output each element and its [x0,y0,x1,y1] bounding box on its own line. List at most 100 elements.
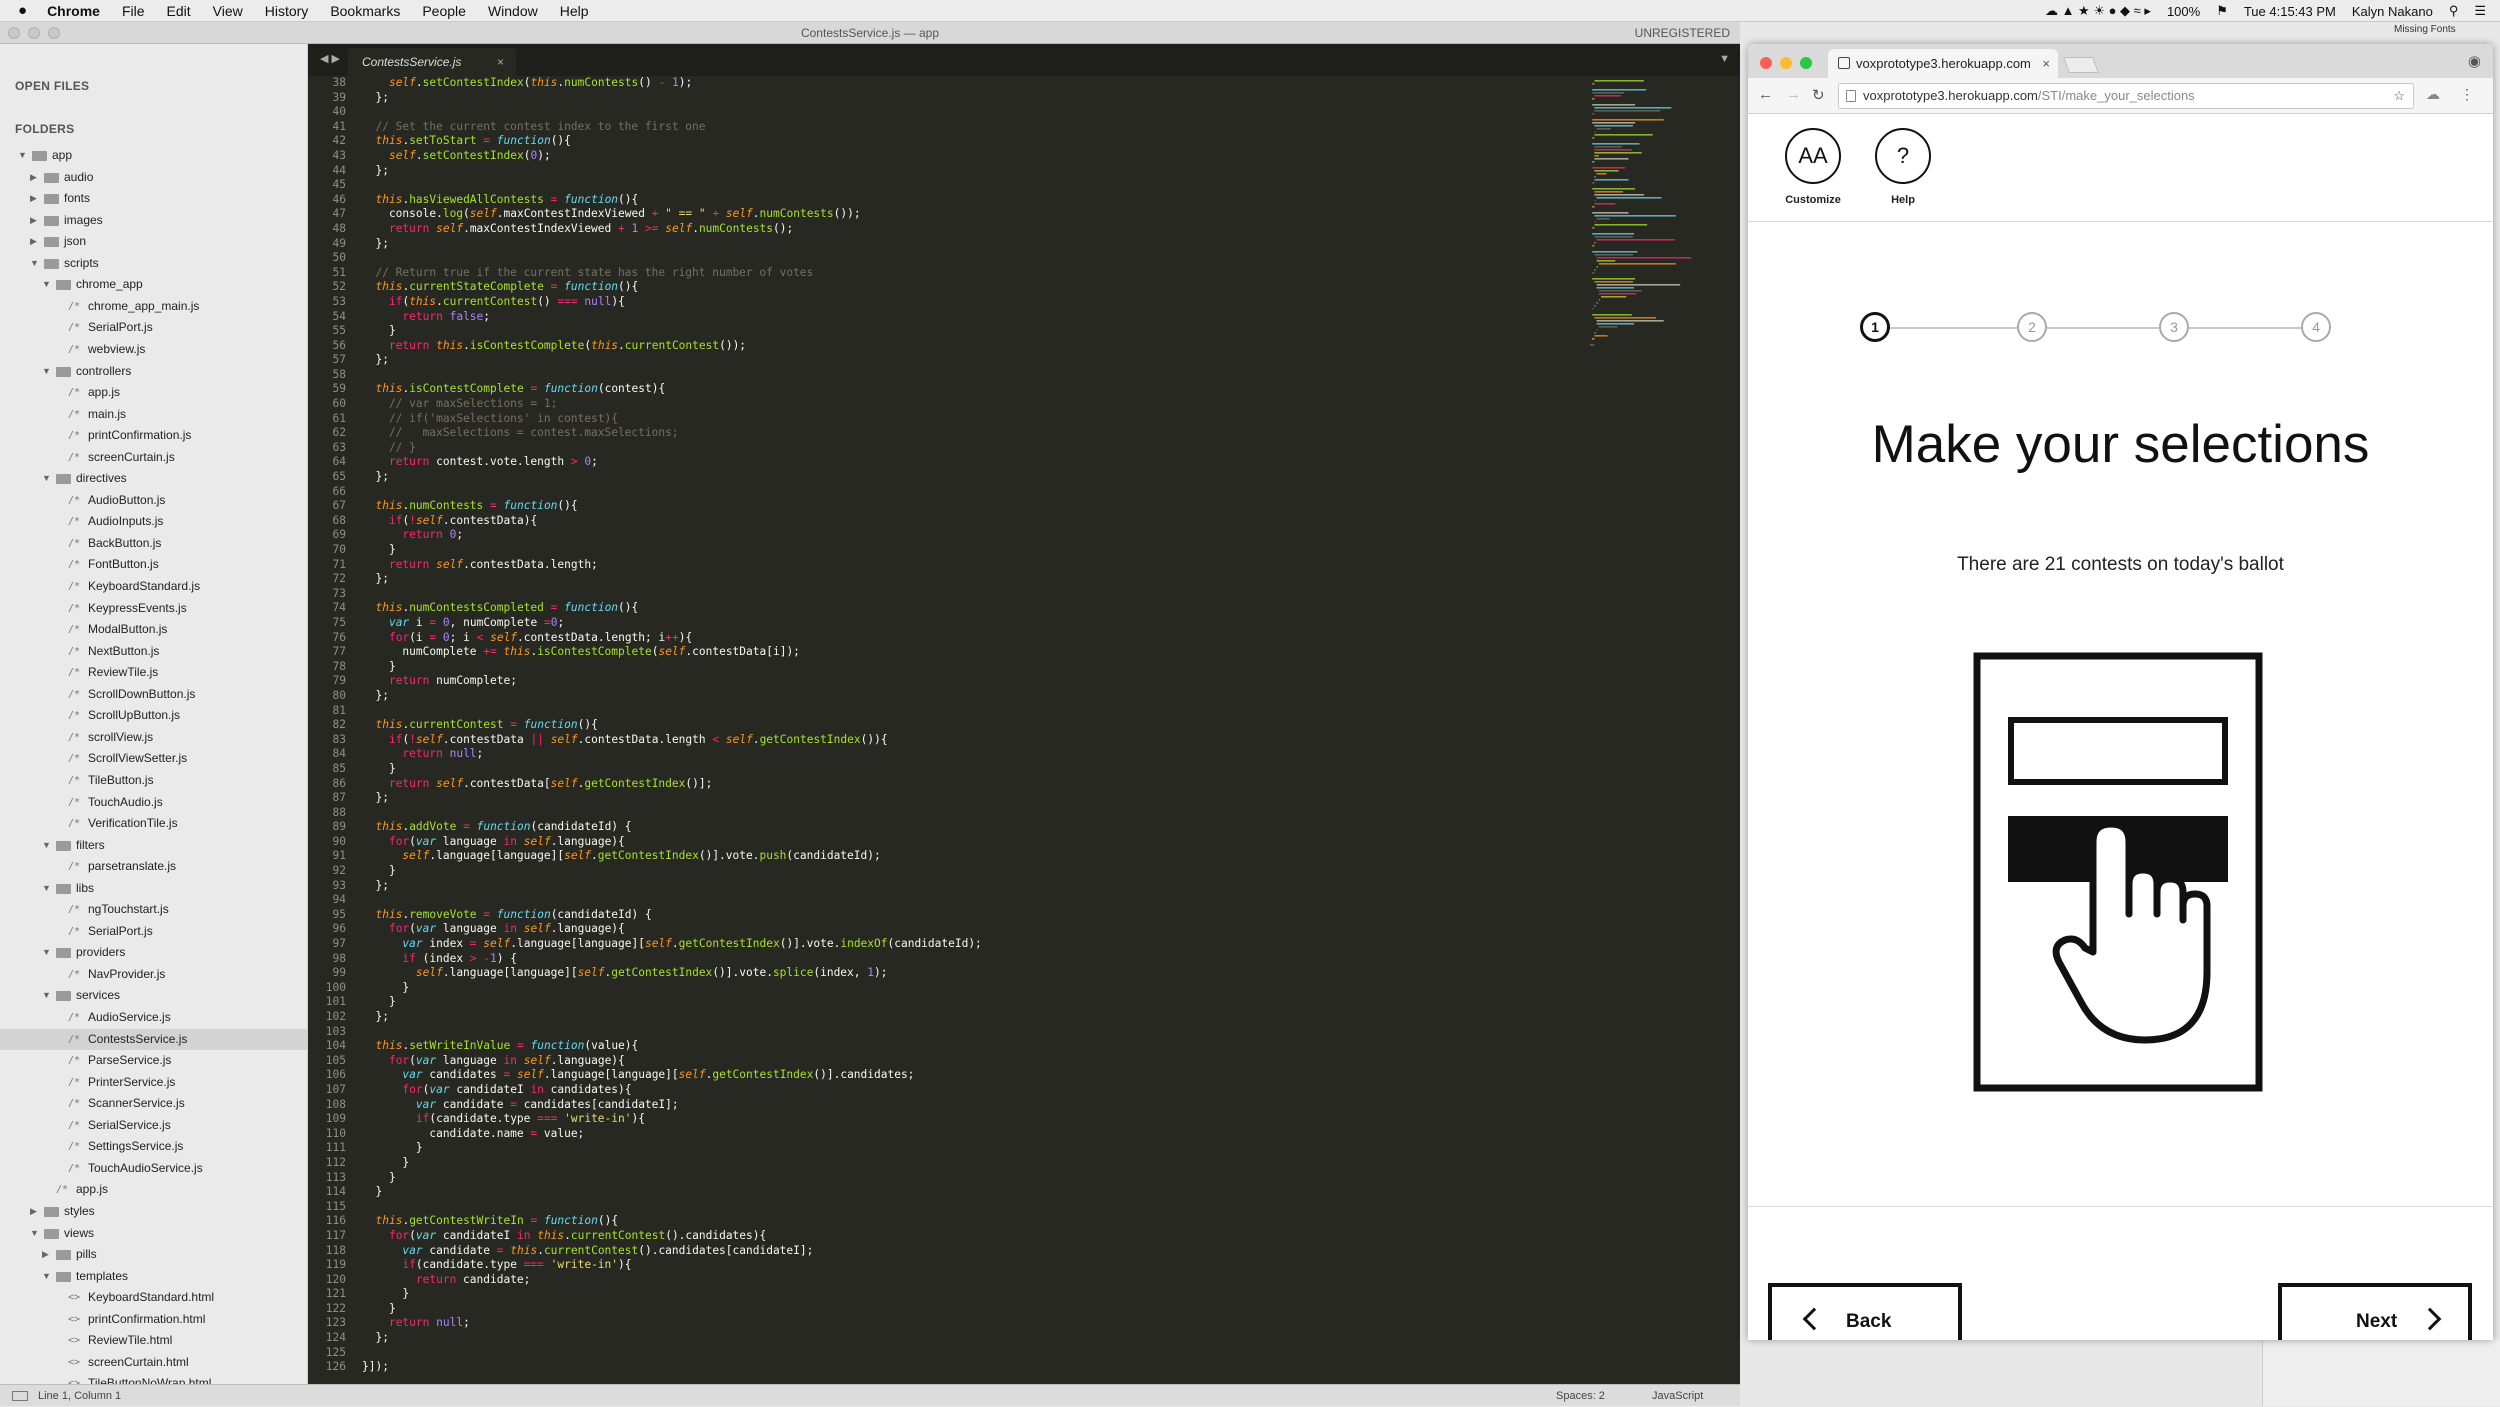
file-printconfirmation-html[interactable]: <> printConfirmation.html [0,1309,307,1330]
tab-nav-arrows[interactable]: ◀ ▶ [320,52,340,65]
disclosure-closed-icon[interactable]: ▶ [42,1244,49,1265]
back-arrow-icon[interactable]: ← [1758,86,1773,103]
file-nextbutton-js[interactable]: /* NextButton.js [0,641,307,662]
folder-directives[interactable]: ▼ directives [0,468,307,489]
disclosure-open-icon[interactable]: ▼ [42,274,51,295]
reload-icon[interactable]: ↻ [1812,86,1825,104]
disclosure-open-icon[interactable]: ▼ [30,1223,39,1244]
file-printconfirmation-js[interactable]: /* printConfirmation.js [0,425,307,446]
file-keyboardstandard-html[interactable]: <> KeyboardStandard.html [0,1287,307,1308]
bookmark-star-icon[interactable]: ☆ [2393,84,2405,108]
file-audiobutton-js[interactable]: /* AudioButton.js [0,490,307,511]
file-scrolldownbutton-js[interactable]: /* ScrollDownButton.js [0,684,307,705]
menu-bookmarks[interactable]: Bookmarks [330,3,400,19]
folder-services[interactable]: ▼ services [0,985,307,1006]
file-tilebutton-js[interactable]: /* TileButton.js [0,770,307,791]
disclosure-open-icon[interactable]: ▼ [42,468,51,489]
file-webview-js[interactable]: /* webview.js [0,339,307,360]
flag-icon[interactable]: ⚑ [2216,3,2228,19]
file-navprovider-js[interactable]: /* NavProvider.js [0,964,307,985]
extension-cloud-icon[interactable]: ☁ [2426,86,2440,103]
menu-help[interactable]: Help [560,3,589,19]
file-reviewtile-js[interactable]: /* ReviewTile.js [0,662,307,683]
close-tab-icon[interactable]: × [2042,49,2050,78]
folder-scripts[interactable]: ▼ scripts [0,253,307,274]
file-printerservice-js[interactable]: /* PrinterService.js [0,1072,307,1093]
file-audioservice-js[interactable]: /* AudioService.js [0,1007,307,1028]
file-app-js[interactable]: /* app.js [0,382,307,403]
code-area[interactable]: self.setContestIndex(this.numContests() … [362,76,1582,1376]
file-ngtouchstart-js[interactable]: /* ngTouchstart.js [0,899,307,920]
file-settingsservice-js[interactable]: /* SettingsService.js [0,1136,307,1157]
folder-styles[interactable]: ▶ styles [0,1201,307,1222]
clock[interactable]: Tue 4:15:43 PM [2244,4,2336,19]
menu-file[interactable]: File [122,3,145,19]
address-bar[interactable]: voxprototype3.herokuapp.com/STI/make_you… [1838,83,2414,109]
folder-libs[interactable]: ▼ libs [0,878,307,899]
file-reviewtile-html[interactable]: <> ReviewTile.html [0,1330,307,1351]
notification-center-icon[interactable]: ☰ [2474,3,2486,19]
folder-json[interactable]: ▶ json [0,231,307,252]
menu-edit[interactable]: Edit [167,3,191,19]
close-window-button[interactable] [1760,57,1772,69]
folder-controllers[interactable]: ▼ controllers [0,361,307,382]
close-icon[interactable]: × [497,48,504,76]
disclosure-open-icon[interactable]: ▼ [42,985,51,1006]
file-scannerservice-js[interactable]: /* ScannerService.js [0,1093,307,1114]
disclosure-open-icon[interactable]: ▼ [42,942,51,963]
profile-icon[interactable]: ◉ [2468,52,2481,70]
file-verificationtile-js[interactable]: /* VerificationTile.js [0,813,307,834]
folder-audio[interactable]: ▶ audio [0,167,307,188]
folder-chrome_app[interactable]: ▼ chrome_app [0,274,307,295]
menu-window[interactable]: Window [488,3,538,19]
folder-templates[interactable]: ▼ templates [0,1266,307,1287]
file-chrome_app_main-js[interactable]: /* chrome_app_main.js [0,296,307,317]
file-serialport-js[interactable]: /* SerialPort.js [0,317,307,338]
file-parseservice-js[interactable]: /* ParseService.js [0,1050,307,1071]
disclosure-closed-icon[interactable]: ▶ [30,167,37,188]
file-modalbutton-js[interactable]: /* ModalButton.js [0,619,307,640]
forward-arrow-icon[interactable]: → [1786,86,1801,103]
help-button[interactable]: ? Help [1863,128,1943,206]
file-backbutton-js[interactable]: /* BackButton.js [0,533,307,554]
minimap[interactable] [1590,80,1710,350]
apple-icon[interactable]: ● [18,2,27,19]
folder-views[interactable]: ▼ views [0,1223,307,1244]
chrome-menu-icon[interactable]: ⋮ [2460,86,2474,103]
new-tab-button[interactable] [2063,57,2099,73]
file-audioinputs-js[interactable]: /* AudioInputs.js [0,511,307,532]
back-button[interactable]: Back [1768,1283,1962,1340]
disclosure-closed-icon[interactable]: ▶ [30,210,37,231]
file-scrollupbutton-js[interactable]: /* ScrollUpButton.js [0,705,307,726]
minimize-window-button[interactable] [1780,57,1792,69]
folder-fonts[interactable]: ▶ fonts [0,188,307,209]
folder-app[interactable]: ▼ app [0,145,307,166]
disclosure-open-icon[interactable]: ▼ [42,878,51,899]
file-contestsservice-js[interactable]: /* ContestsService.js [0,1028,307,1050]
file-touchaudioservice-js[interactable]: /* TouchAudioService.js [0,1158,307,1179]
disclosure-closed-icon[interactable]: ▶ [30,188,37,209]
tab-contestsservice[interactable]: ContestsService.js × [348,48,516,76]
tab-menu-icon[interactable]: ▼ [1719,53,1730,65]
disclosure-closed-icon[interactable]: ▶ [30,231,37,252]
next-button[interactable]: Next [2278,1283,2472,1340]
file-screencurtain-html[interactable]: <> screenCurtain.html [0,1352,307,1373]
file-parsetranslate-js[interactable]: /* parsetranslate.js [0,856,307,877]
file-keyboardstandard-js[interactable]: /* KeyboardStandard.js [0,576,307,597]
menu-app-name[interactable]: Chrome [47,3,100,19]
spotlight-icon[interactable]: ⚲ [2449,3,2459,19]
file-app-js[interactable]: /* app.js [0,1179,307,1200]
menu-history[interactable]: History [265,3,309,19]
browser-tab[interactable]: voxprototype3.herokuapp.com × [1828,49,2058,78]
battery-percent[interactable]: 100% [2167,4,2200,19]
file-screencurtain-js[interactable]: /* screenCurtain.js [0,447,307,468]
file-scrollviewsetter-js[interactable]: /* ScrollViewSetter.js [0,748,307,769]
file-main-js[interactable]: /* main.js [0,404,307,425]
disclosure-open-icon[interactable]: ▼ [42,835,51,856]
file-scrollview-js[interactable]: /* scrollView.js [0,727,307,748]
file-serialport-js[interactable]: /* SerialPort.js [0,921,307,942]
disclosure-open-icon[interactable]: ▼ [42,361,51,382]
customize-button[interactable]: AA Customize [1773,128,1853,206]
status-icons[interactable]: ☁ ▲ ★ ☀ ● ◆ ≈ ▸ [2045,3,2151,19]
file-fontbutton-js[interactable]: /* FontButton.js [0,554,307,575]
